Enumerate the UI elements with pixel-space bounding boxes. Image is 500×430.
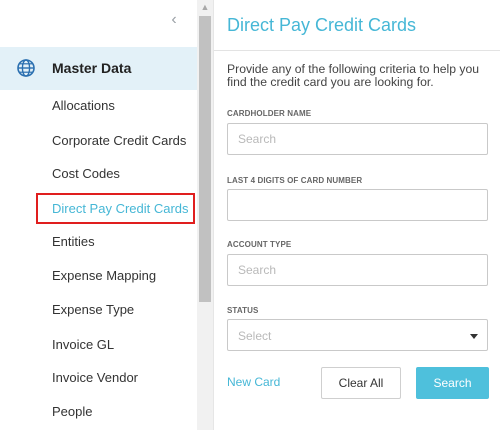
sidebar-item-expense-mapping[interactable]: Expense Mapping (52, 268, 156, 283)
sidebar-item-invoice-vendor[interactable]: Invoice Vendor (52, 370, 138, 385)
search-panel: Direct Pay Credit Cards Provide any of t… (213, 0, 500, 430)
scroll-thumb[interactable] (199, 16, 211, 302)
caret-down-icon (470, 334, 478, 339)
sidebar-item-corporate-credit-cards[interactable]: Corporate Credit Cards (52, 133, 186, 148)
cardholder-name-input[interactable] (227, 123, 488, 155)
new-card-link[interactable]: New Card (227, 375, 280, 389)
sidebar-item-people[interactable]: People (52, 404, 92, 419)
chevron-left-icon[interactable]: ‹ (167, 10, 181, 30)
cardholder-name-label: CARDHOLDER NAME (227, 109, 312, 118)
sidebar-scrollbar[interactable]: ▲ (197, 0, 213, 430)
sidebar-section-master-data[interactable]: Master Data (0, 47, 197, 90)
sidebar-item-expense-type[interactable]: Expense Type (52, 302, 134, 317)
globe-icon (16, 58, 36, 78)
sidebar-item-invoice-gl[interactable]: Invoice GL (52, 337, 114, 352)
clear-all-button[interactable]: Clear All (321, 367, 401, 399)
page-title: Direct Pay Credit Cards (227, 15, 417, 35)
account-type-label: ACCOUNT TYPE (227, 240, 292, 249)
status-label: STATUS (227, 306, 259, 315)
last-4-digits-label: LAST 4 DIGITS OF CARD NUMBER (227, 176, 363, 185)
sidebar-item-allocations[interactable]: Allocations (52, 98, 115, 113)
search-button[interactable]: Search (416, 367, 489, 399)
sidebar-item-entities[interactable]: Entities (52, 234, 95, 249)
status-select[interactable]: Select (227, 319, 488, 351)
title-divider (214, 50, 500, 51)
last-4-digits-input[interactable] (227, 189, 488, 221)
sidebar-section-label: Master Data (52, 60, 132, 76)
account-type-input[interactable] (227, 254, 488, 286)
scroll-up-icon[interactable]: ▲ (197, 0, 213, 14)
active-item-highlight (36, 193, 195, 224)
sidebar-item-cost-codes[interactable]: Cost Codes (52, 166, 120, 181)
page-description: Provide any of the following criteria to… (227, 62, 480, 89)
status-select-value: Select (238, 329, 272, 343)
sidebar: ‹ Master Data Allocations Corporate Cred… (0, 0, 197, 430)
